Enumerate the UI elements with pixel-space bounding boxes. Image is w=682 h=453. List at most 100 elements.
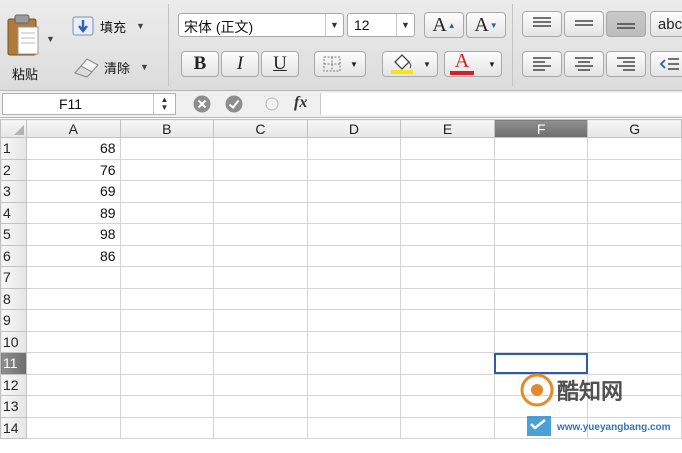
cell-d4[interactable]	[306, 201, 402, 224]
cell-b12[interactable]	[119, 373, 215, 396]
cell-g12[interactable]	[587, 373, 682, 396]
cell-c7[interactable]	[213, 266, 308, 289]
cell-g5[interactable]	[587, 223, 682, 246]
column-header-c[interactable]: C	[213, 119, 308, 138]
underline-button[interactable]: U	[261, 51, 299, 77]
cell-g10[interactable]	[587, 330, 682, 353]
cell-c12[interactable]	[213, 373, 308, 396]
cell-c14[interactable]	[213, 416, 308, 439]
bold-button[interactable]: B	[181, 51, 219, 77]
cell-b10[interactable]	[119, 330, 215, 353]
cell-c8[interactable]	[213, 287, 308, 310]
cell-c11[interactable]	[213, 352, 308, 375]
chevron-down-icon[interactable]: ▼	[46, 34, 55, 44]
cell-a7[interactable]	[25, 266, 121, 289]
row-header-5[interactable]: 5	[0, 223, 27, 246]
row-header-9[interactable]: 9	[0, 309, 27, 332]
cell-a3[interactable]: 69	[25, 180, 121, 203]
cell-d7[interactable]	[306, 266, 402, 289]
cell-e10[interactable]	[400, 330, 495, 353]
column-header-a[interactable]: A	[25, 119, 121, 138]
cell-f8[interactable]	[493, 287, 589, 310]
row-header-2[interactable]: 2	[0, 158, 27, 181]
cell-g3[interactable]	[587, 180, 682, 203]
cell-e14[interactable]	[400, 416, 495, 439]
cell-f7[interactable]	[493, 266, 589, 289]
cell-g8[interactable]	[587, 287, 682, 310]
cell-b14[interactable]	[119, 416, 215, 439]
cell-d10[interactable]	[306, 330, 402, 353]
row-header-4[interactable]: 4	[0, 201, 27, 224]
fill-button[interactable]: 填充 ▼	[72, 15, 145, 37]
cell-d13[interactable]	[306, 395, 402, 418]
cell-b9[interactable]	[119, 309, 215, 332]
cell-b2[interactable]	[119, 158, 215, 181]
row-header-11[interactable]: 11	[0, 352, 27, 375]
row-header-14[interactable]: 14	[0, 416, 27, 439]
cell-a2[interactable]: 76	[25, 158, 121, 181]
cell-e6[interactable]	[400, 244, 495, 267]
cell-b3[interactable]	[119, 180, 215, 203]
cell-d12[interactable]	[306, 373, 402, 396]
formula-input[interactable]	[320, 93, 682, 115]
cell-c3[interactable]	[213, 180, 308, 203]
cell-c2[interactable]	[213, 158, 308, 181]
align-left-button[interactable]	[522, 51, 562, 77]
cell-b11[interactable]	[119, 352, 215, 375]
cell-d6[interactable]	[306, 244, 402, 267]
cell-a9[interactable]	[25, 309, 121, 332]
cell-c6[interactable]	[213, 244, 308, 267]
column-header-d[interactable]: D	[306, 119, 402, 138]
cell-e5[interactable]	[400, 223, 495, 246]
cell-e12[interactable]	[400, 373, 495, 396]
cell-f13[interactable]	[493, 395, 589, 418]
confirm-check-icon[interactable]	[225, 95, 243, 113]
cancel-icon[interactable]	[193, 95, 211, 113]
cell-b7[interactable]	[119, 266, 215, 289]
cell-c5[interactable]	[213, 223, 308, 246]
updown-arrows-icon[interactable]: ▲ ▼	[153, 94, 175, 114]
cell-e2[interactable]	[400, 158, 495, 181]
row-header-12[interactable]: 12	[0, 373, 27, 396]
align-top-button[interactable]	[522, 11, 562, 37]
decrease-font-size-button[interactable]: A ▼	[466, 12, 506, 38]
cell-b13[interactable]	[119, 395, 215, 418]
font-color-button[interactable]: A ▼	[444, 50, 502, 77]
select-all-corner[interactable]	[0, 119, 27, 138]
wrap-text-button[interactable]: abc	[650, 11, 682, 37]
cell-a10[interactable]	[25, 330, 121, 353]
cell-b5[interactable]	[119, 223, 215, 246]
cell-d3[interactable]	[306, 180, 402, 203]
name-box[interactable]: F11 ▲ ▼	[2, 93, 176, 115]
cell-e8[interactable]	[400, 287, 495, 310]
cell-g6[interactable]	[587, 244, 682, 267]
borders-button[interactable]: ▼	[314, 51, 366, 77]
cell-f9[interactable]	[493, 309, 589, 332]
fx-icon[interactable]: fx	[294, 94, 307, 112]
column-header-e[interactable]: E	[400, 119, 495, 138]
cell-f10[interactable]	[493, 330, 589, 353]
cell-a6[interactable]: 86	[25, 244, 121, 267]
decrease-indent-button[interactable]	[650, 51, 682, 77]
chevron-down-icon[interactable]: ▼	[396, 14, 414, 36]
cell-e1[interactable]	[400, 137, 495, 160]
cell-g9[interactable]	[587, 309, 682, 332]
cell-e13[interactable]	[400, 395, 495, 418]
cell-g7[interactable]	[587, 266, 682, 289]
cell-e3[interactable]	[400, 180, 495, 203]
cell-a8[interactable]	[25, 287, 121, 310]
cell-g1[interactable]	[587, 137, 682, 160]
cell-d1[interactable]	[306, 137, 402, 160]
cell-c1[interactable]	[213, 137, 308, 160]
cell-f4[interactable]	[493, 201, 589, 224]
cell-e7[interactable]	[400, 266, 495, 289]
column-header-g[interactable]: G	[587, 119, 682, 138]
row-header-1[interactable]: 1	[0, 137, 27, 160]
cell-g14[interactable]	[587, 416, 682, 439]
cell-e9[interactable]	[400, 309, 495, 332]
cell-d5[interactable]	[306, 223, 402, 246]
column-header-b[interactable]: B	[119, 119, 215, 138]
cell-g4[interactable]	[587, 201, 682, 224]
cell-g11[interactable]	[587, 352, 682, 375]
cell-f12[interactable]	[493, 373, 589, 396]
